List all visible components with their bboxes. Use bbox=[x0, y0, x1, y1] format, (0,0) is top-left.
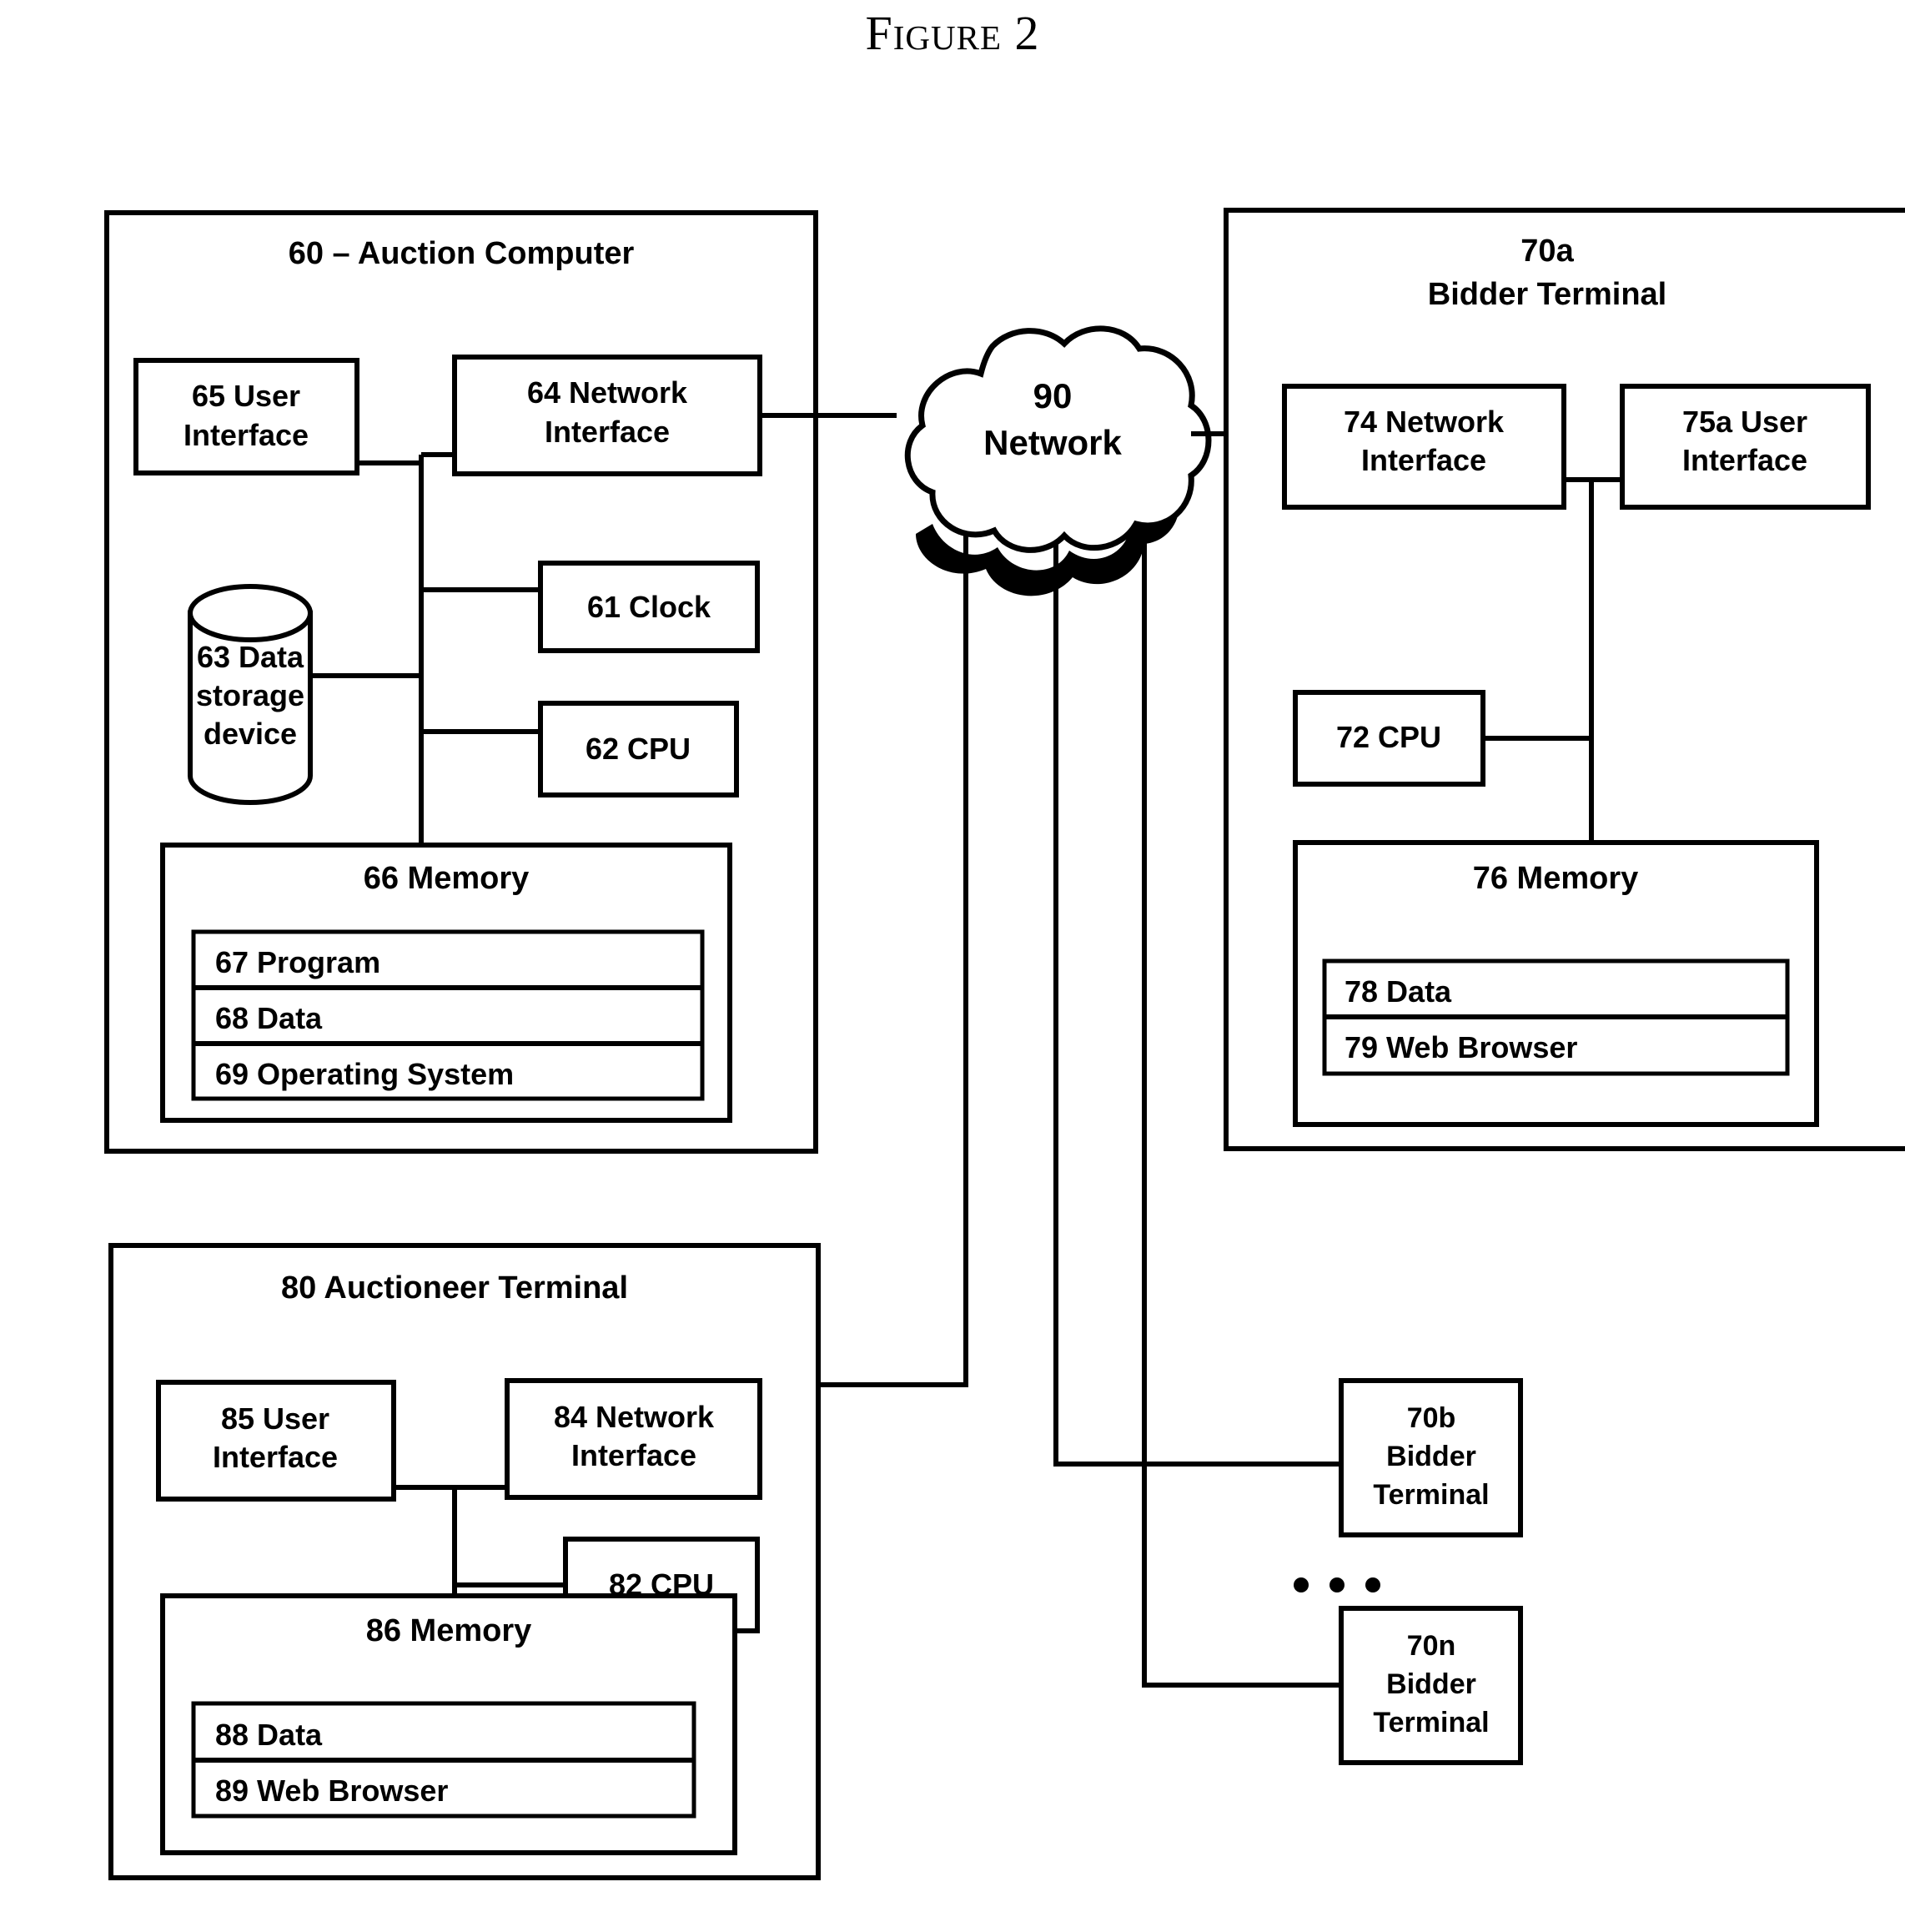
bidder-terminal-n-group: 70n Bidder Terminal bbox=[1339, 1606, 1523, 1765]
bidder-terminal-a-title-line2: Bidder Terminal bbox=[1428, 277, 1666, 312]
auctioneer-network-interface-label-line2: Interface bbox=[571, 1438, 696, 1472]
auctioneer-user-interface-label-line1: 85 User bbox=[221, 1401, 329, 1436]
ellipsis-dot-1 bbox=[1294, 1577, 1309, 1592]
auctioneer-memory-title: 86 Memory bbox=[366, 1613, 532, 1648]
bidder-terminal-b-line1: 70b bbox=[1407, 1402, 1456, 1434]
auctioneer-memory-row-browser: 89 Web Browser bbox=[215, 1774, 448, 1808]
auctioneer-network-interface-label-line1: 84 Network bbox=[554, 1400, 715, 1434]
bidder-terminal-b-line2: Bidder bbox=[1386, 1441, 1476, 1472]
auction-computer-title: 60 – Auction Computer bbox=[289, 236, 635, 271]
bidder-a-network-interface-label-line2: Interface bbox=[1361, 443, 1486, 477]
auction-network-interface-label-line1: 64 Network bbox=[527, 375, 688, 410]
bidder-a-cpu-label: 72 CPU bbox=[1336, 720, 1441, 754]
auction-cpu-label: 62 CPU bbox=[586, 732, 691, 766]
ellipsis-dot-2 bbox=[1329, 1577, 1345, 1592]
auction-user-interface-label-line2: Interface bbox=[183, 418, 309, 452]
auctioneer-user-interface-label-line2: Interface bbox=[213, 1440, 338, 1474]
auction-memory-title: 66 Memory bbox=[364, 861, 530, 896]
bidder-terminal-ellipsis bbox=[1294, 1577, 1380, 1592]
auction-clock-label: 61 Clock bbox=[587, 590, 711, 624]
figure-root: Figure 2 60 – Auction Computer 65 User I… bbox=[0, 0, 1905, 1932]
bidder-a-user-interface-label-line2: Interface bbox=[1682, 443, 1807, 477]
auctioneer-terminal-group: 80 Auctioneer Terminal 85 User Interface… bbox=[108, 1243, 821, 1880]
network-label-text: Network bbox=[983, 423, 1122, 462]
auction-memory-row-os: 69 Operating System bbox=[215, 1057, 514, 1091]
bidder-a-memory-row-browser: 79 Web Browser bbox=[1345, 1030, 1577, 1064]
auction-user-interface-label-line1: 65 User bbox=[192, 379, 300, 413]
auction-memory-row-data: 68 Data bbox=[215, 1001, 323, 1035]
data-storage-label-line2: storage bbox=[196, 678, 304, 712]
ellipsis-dot-3 bbox=[1365, 1577, 1380, 1592]
data-storage-label-line3: device bbox=[204, 717, 297, 751]
auction-user-interface-box bbox=[133, 358, 359, 475]
network-label-number: 90 bbox=[1033, 376, 1073, 415]
auction-computer-group: 60 – Auction Computer 65 User Interface … bbox=[104, 210, 897, 1154]
bidder-terminal-b-line3: Terminal bbox=[1373, 1479, 1489, 1511]
bidder-a-network-interface-label-line1: 74 Network bbox=[1344, 405, 1505, 439]
bidder-terminal-n-line3: Terminal bbox=[1373, 1707, 1489, 1738]
bidder-terminal-a-group: 70a Bidder Terminal 74 Network Interface… bbox=[1224, 208, 1905, 1151]
bidder-a-memory-title: 76 Memory bbox=[1473, 861, 1639, 896]
bidder-a-memory-row-data: 78 Data bbox=[1345, 974, 1452, 1009]
patent-block-diagram: 60 – Auction Computer 65 User Interface … bbox=[104, 208, 1905, 1880]
bidder-terminal-n-line2: Bidder bbox=[1386, 1668, 1476, 1700]
auctioneer-terminal-title: 80 Auctioneer Terminal bbox=[281, 1270, 628, 1306]
bidder-terminal-b-group: 70b Bidder Terminal bbox=[1339, 1378, 1523, 1537]
auction-memory-row-program: 67 Program bbox=[215, 945, 380, 979]
bidder-a-user-interface-label-line1: 75a User bbox=[1682, 405, 1807, 439]
auctioneer-memory-row-data: 88 Data bbox=[215, 1718, 323, 1752]
auction-network-interface-label-line2: Interface bbox=[545, 415, 670, 449]
bidder-terminal-a-title-line1: 70a bbox=[1520, 234, 1574, 269]
bidder-terminal-n-line1: 70n bbox=[1407, 1630, 1456, 1662]
data-storage-label-line1: 63 Data bbox=[197, 640, 304, 674]
